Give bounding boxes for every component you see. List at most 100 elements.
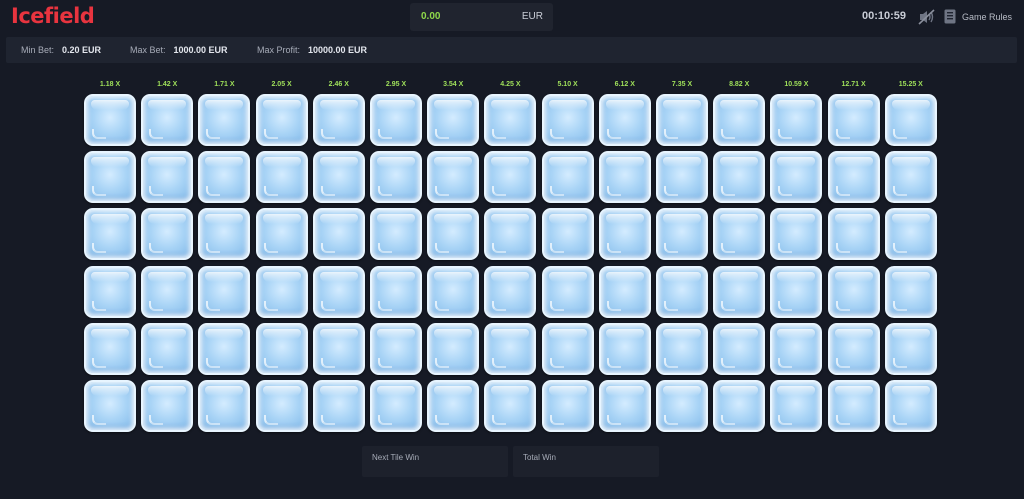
ice-tile[interactable] [370,322,422,375]
ice-tile[interactable] [312,208,365,261]
ice-tile[interactable] [541,322,594,375]
ice-tile[interactable] [541,208,594,261]
ice-tile[interactable] [884,208,937,261]
ice-tile[interactable] [427,208,480,261]
max-profit-value: 10000.00 EUR [308,45,368,55]
ice-tile[interactable] [656,151,708,204]
rules-book-icon [944,9,956,24]
ice-tile[interactable] [541,265,594,318]
ice-tile[interactable] [713,265,766,318]
ice-tile[interactable] [198,94,251,146]
ice-tile[interactable] [713,380,766,432]
ice-tile[interactable] [827,380,880,432]
ice-tile[interactable] [370,265,422,318]
column-multiplier: 3.54 X [443,81,464,88]
ice-tile[interactable] [141,322,194,375]
column-multiplier: 6.12 X [614,81,635,88]
ice-tile[interactable] [370,380,422,432]
ice-tile[interactable] [713,94,766,146]
ice-tile[interactable] [541,151,594,204]
ice-tile[interactable] [484,94,537,146]
ice-tile[interactable] [598,265,651,318]
ice-tile[interactable] [656,208,708,261]
sound-muted-icon[interactable] [918,9,935,25]
ice-tile[interactable] [141,380,194,432]
ice-tile[interactable] [255,322,308,375]
ice-tile[interactable] [141,208,194,261]
ice-tile[interactable] [84,208,136,261]
ice-tile[interactable] [484,322,537,375]
ice-tile[interactable] [84,94,136,146]
ice-tile[interactable] [198,208,251,261]
ice-tile[interactable] [427,151,480,204]
ice-tile[interactable] [770,94,823,146]
ice-tile[interactable] [598,380,651,432]
ice-tile[interactable] [484,265,537,318]
ice-tile-board: 1.18 X 1.42 X 1.71 X 2.05 X 2.46 X 2.95 X 3.54… [0,64,1024,444]
max-profit: Max Profit: 10000.00 EUR [257,45,367,55]
ice-tile[interactable] [141,265,194,318]
ice-tile[interactable] [656,322,708,375]
ice-tile[interactable] [255,151,308,204]
ice-tile[interactable] [198,380,251,432]
ice-tile[interactable] [884,151,937,204]
ice-tile[interactable] [884,380,937,432]
ice-tile[interactable] [427,322,480,375]
ice-tile[interactable] [598,151,651,204]
ice-tile[interactable] [484,208,537,261]
ice-tile[interactable] [312,94,365,146]
ice-tile[interactable] [827,208,880,261]
column-multiplier: 2.95 X [385,81,407,88]
ice-tile[interactable] [884,94,937,146]
ice-tile[interactable] [312,265,365,318]
ice-tile[interactable] [484,151,537,204]
ice-tile[interactable] [255,208,308,261]
ice-tile[interactable] [84,265,136,318]
ice-tile[interactable] [255,94,308,146]
ice-tile[interactable] [770,380,823,432]
ice-tile[interactable] [770,151,823,204]
ice-tile[interactable] [598,94,651,146]
ice-tile[interactable] [827,94,880,146]
ice-tile[interactable] [656,265,708,318]
ice-tile[interactable] [827,322,880,375]
ice-tile[interactable] [713,151,766,204]
ice-tile[interactable] [713,322,766,375]
ice-tile[interactable] [198,322,251,375]
ice-tile[interactable] [141,94,194,146]
ice-tile[interactable] [370,151,422,204]
ice-tile[interactable] [84,380,136,432]
ice-tile[interactable] [770,265,823,318]
ice-tile[interactable] [598,322,651,375]
ice-tile[interactable] [427,94,480,146]
ice-tile[interactable] [198,151,251,204]
ice-tile[interactable] [656,94,708,146]
ice-tile[interactable] [713,208,766,261]
ice-tile[interactable] [541,380,594,432]
ice-tile[interactable] [427,380,480,432]
ice-tile[interactable] [598,208,651,261]
ice-tile[interactable] [198,265,251,318]
ice-tile[interactable] [541,94,594,146]
ice-tile[interactable] [312,380,365,432]
ice-tile[interactable] [827,265,880,318]
ice-tile[interactable] [312,322,365,375]
ice-tile[interactable] [427,265,480,318]
ice-tile[interactable] [370,208,422,261]
ice-tile[interactable] [370,94,422,146]
ice-tile[interactable] [312,151,365,204]
ice-tile[interactable] [84,151,136,204]
ice-tile[interactable] [141,151,194,204]
ice-tile[interactable] [884,322,937,375]
balance-display: 0.00 EUR [410,3,553,31]
ice-tile[interactable] [484,380,537,432]
ice-tile[interactable] [884,265,937,318]
ice-tile[interactable] [656,380,708,432]
column-multiplier: 1.71 X [214,81,235,88]
ice-tile[interactable] [84,322,136,375]
ice-tile[interactable] [255,380,308,432]
ice-tile[interactable] [827,151,880,204]
ice-tile[interactable] [770,208,823,261]
ice-tile[interactable] [770,322,823,375]
ice-tile[interactable] [255,265,308,318]
